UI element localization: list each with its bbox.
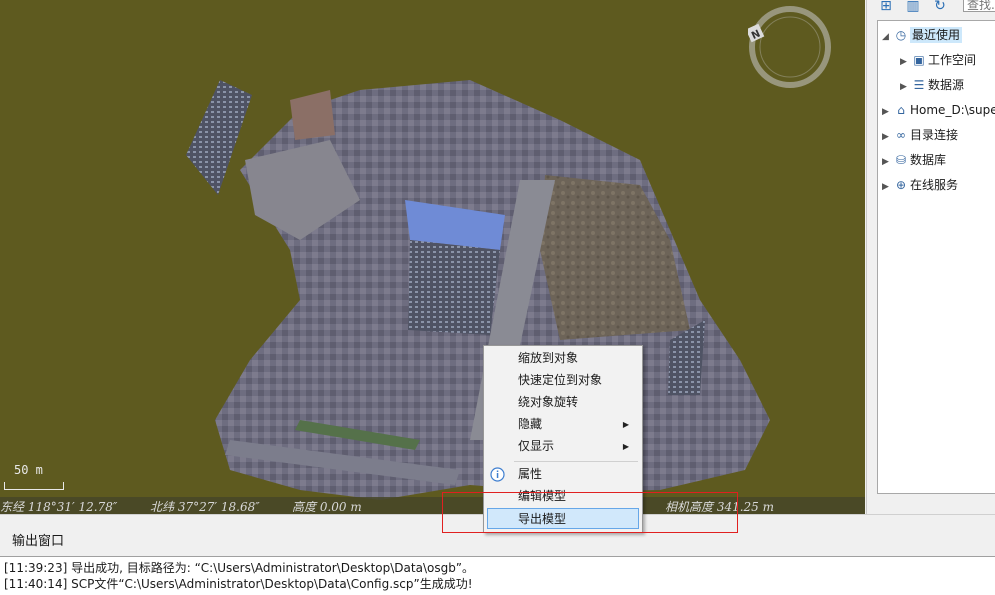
left-building bbox=[186, 80, 252, 195]
search-input[interactable] bbox=[963, 0, 995, 12]
menu-item-zoom-to-object[interactable]: 缩放到对象 bbox=[487, 348, 639, 369]
collapse-arrow-icon[interactable]: ▶ bbox=[882, 176, 892, 198]
collapse-arrow-icon[interactable]: ▶ bbox=[900, 51, 910, 73]
menu-item-show-only[interactable]: 仅显示 ▶ bbox=[487, 436, 639, 457]
scene-viewport[interactable]: N 50 m 东经 118°31′ 12.78″ 北纬 37°27′ 18.68… bbox=[0, 0, 865, 514]
oblique-photography-model[interactable] bbox=[0, 0, 865, 514]
globe-icon: ⊕ bbox=[895, 178, 907, 192]
log-line: [11:40:14] SCP文件“C:\Users\Administrator\… bbox=[4, 577, 473, 591]
panel-toolbar: ⊞ ▥ ↻ bbox=[867, 0, 995, 20]
datasource-icon: ☰ bbox=[913, 78, 925, 92]
tree-item-recent[interactable]: ◢ ◷ 最近使用 bbox=[882, 24, 963, 48]
expand-arrow-icon[interactable]: ◢ bbox=[882, 26, 892, 48]
construction-site bbox=[540, 175, 690, 340]
longitude-readout: 东经 118°31′ 12.78″ bbox=[0, 500, 118, 514]
camera-height-readout: 相机高度 341.25 m bbox=[665, 500, 774, 514]
coordinate-status-bar: 东经 118°31′ 12.78″ 北纬 37°27′ 18.68″ 高度 0.… bbox=[0, 497, 865, 514]
tree-item-home[interactable]: ▶ ⌂ Home_D:\super bbox=[882, 99, 995, 121]
scale-line bbox=[4, 482, 64, 490]
workspace-manager-panel: ⊞ ▥ ↻ ◢◷最近使用 ▶▣工作空间 ▶☰数据源 ▶⌂Home_D:\supe… bbox=[866, 0, 995, 514]
menu-item-hide[interactable]: 隐藏 ▶ bbox=[487, 414, 639, 435]
scale-bar: 50 m bbox=[4, 463, 64, 490]
submenu-arrow-icon: ▶ bbox=[622, 420, 629, 429]
submenu-arrow-icon: ▶ bbox=[622, 442, 629, 451]
menu-item-quick-locate[interactable]: 快速定位到对象 bbox=[487, 370, 639, 391]
resource-tree[interactable]: ◢ ◷ 最近使用 ▶ ▣ 工作空间 ▶ ☰ 数据源 ▶ ⌂ Home_D:\super ▶ ∞ 目录… bbox=[877, 20, 995, 494]
tree-item-datasource[interactable]: ▶ ☰ 数据源 bbox=[900, 74, 964, 96]
collapse-arrow-icon[interactable]: ▶ bbox=[882, 101, 892, 123]
context-menu: 缩放到对象 快速定位到对象 绕对象旋转 隐藏 ▶ 仅显示 ▶ 属性 编辑模型 导出模… bbox=[483, 345, 643, 533]
output-log[interactable]: [11:39:23] 导出成功, 目标路径为: “C:\Users\Admini… bbox=[0, 556, 995, 595]
tree-item-directory-link[interactable]: ▶ ∞ 目录连接 bbox=[882, 124, 958, 146]
home-icon: ⌂ bbox=[897, 103, 905, 117]
altitude-readout: 高度 0.00 m bbox=[292, 500, 362, 514]
scale-label: 50 m bbox=[14, 463, 43, 477]
collapse-arrow-icon[interactable]: ▶ bbox=[882, 151, 892, 173]
compass-control[interactable]: N bbox=[748, 5, 832, 89]
menu-item-export-model[interactable]: 导出模型 bbox=[487, 508, 639, 529]
tree-item-online-service[interactable]: ▶ ⊕ 在线服务 bbox=[882, 174, 958, 196]
collapse-arrow-icon[interactable]: ▶ bbox=[882, 126, 892, 148]
refresh-icon[interactable]: ↻ bbox=[931, 0, 949, 13]
clock-icon: ◷ bbox=[895, 28, 907, 42]
library-icon[interactable]: ▥ bbox=[904, 0, 922, 13]
menu-item-properties[interactable]: 属性 bbox=[487, 464, 639, 485]
compass-north-marker[interactable]: N bbox=[748, 23, 765, 43]
workspace-icon: ▣ bbox=[913, 53, 925, 67]
tree-item-workspace[interactable]: ▶ ▣ 工作空间 bbox=[900, 49, 976, 71]
latitude-readout: 北纬 37°27′ 18.68″ bbox=[150, 500, 260, 514]
link-icon: ∞ bbox=[896, 128, 906, 142]
log-line: [11:39:23] 导出成功, 目标路径为: “C:\Users\Admini… bbox=[4, 561, 475, 575]
tree-item-database[interactable]: ▶ ⛁ 数据库 bbox=[882, 149, 946, 171]
menu-separator bbox=[514, 461, 638, 462]
new-icon[interactable]: ⊞ bbox=[877, 0, 895, 13]
output-window-title: 输出窗口 bbox=[12, 534, 65, 549]
info-icon bbox=[490, 467, 505, 482]
menu-item-edit-model[interactable]: 编辑模型 bbox=[487, 486, 639, 507]
menu-item-rotate-around[interactable]: 绕对象旋转 bbox=[487, 392, 639, 413]
building-block bbox=[290, 90, 335, 140]
database-icon: ⛁ bbox=[895, 153, 907, 167]
collapse-arrow-icon[interactable]: ▶ bbox=[900, 76, 910, 98]
tower-facade bbox=[408, 240, 500, 335]
